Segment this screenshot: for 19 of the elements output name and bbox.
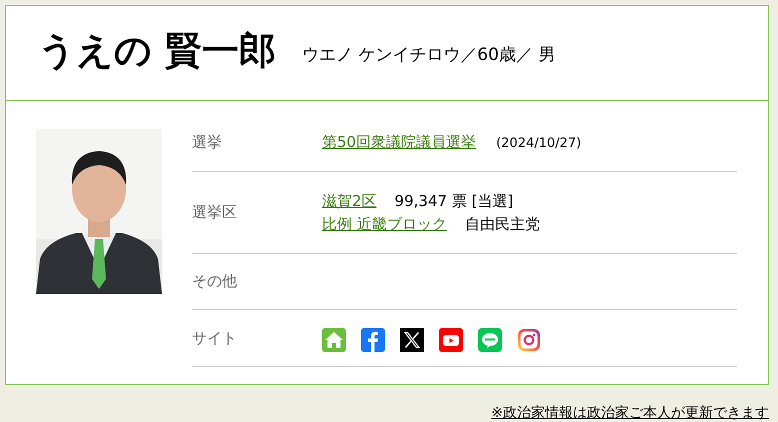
value-text: 自由民主党: [464, 214, 540, 232]
link[interactable]: 比例 近畿ブロック: [322, 214, 447, 232]
name-reading: ウエノ ケンイチロウ／60歳／ 男: [302, 44, 556, 66]
update-info-link[interactable]: ※政治家情報は政治家ご本人が更新できます: [491, 405, 769, 421]
link[interactable]: 滋賀2区: [322, 192, 377, 210]
row-label: 選挙区: [192, 203, 237, 221]
value-text: 99,347 票 [当選]: [394, 192, 514, 210]
row-label: 選挙: [192, 133, 222, 151]
camera-icon[interactable]: [517, 328, 541, 352]
play-button-icon[interactable]: [439, 328, 463, 352]
row-label: その他: [192, 272, 237, 290]
election-date: (2024/10/27): [496, 136, 582, 150]
facebook-icon[interactable]: [361, 328, 385, 352]
link[interactable]: 第50回衆議院議員選挙: [322, 132, 476, 150]
chat-bubble-icon[interactable]: [478, 328, 502, 352]
politician-name: うえの 賢一郎: [38, 28, 276, 74]
x-logo-icon[interactable]: [400, 328, 424, 352]
row-label: サイト: [192, 328, 237, 346]
home-icon[interactable]: [322, 328, 346, 352]
